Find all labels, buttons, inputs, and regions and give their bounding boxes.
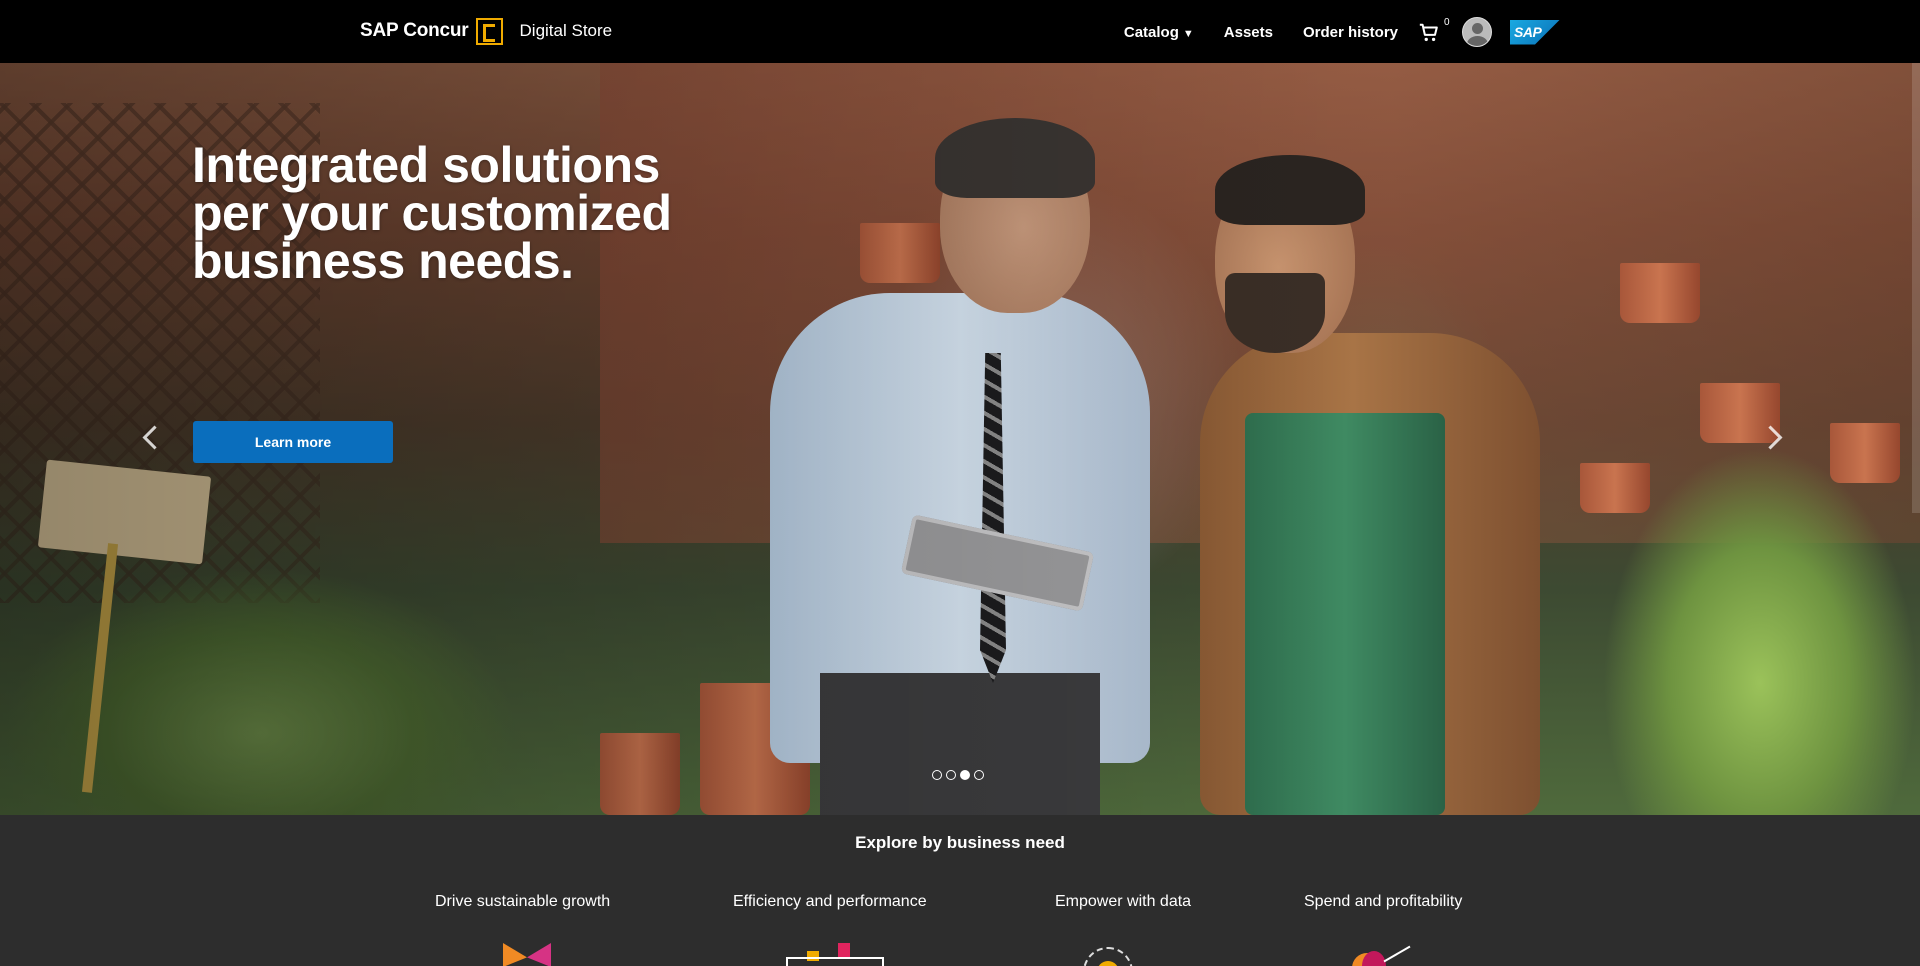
cart-button[interactable]: 0 bbox=[1418, 17, 1450, 45]
store-label: Digital Store bbox=[519, 21, 613, 40]
need-drive-sustainable-growth[interactable]: Drive sustainable growth bbox=[435, 893, 610, 911]
learn-more-button[interactable]: Learn more bbox=[193, 421, 393, 463]
main-nav: Catalog ▼ Assets Order history 0 SAP bbox=[1124, 17, 1560, 47]
brand-name: SAP Concur bbox=[360, 20, 469, 41]
concur-logo-icon bbox=[475, 17, 503, 45]
assets-link[interactable]: Assets bbox=[1224, 24, 1273, 41]
carousel-dot[interactable] bbox=[974, 770, 984, 780]
brand-home-link[interactable]: SAP Concur Digital Store bbox=[360, 17, 612, 45]
cart-icon bbox=[1419, 23, 1438, 42]
carousel-prev-arrow-icon[interactable] bbox=[140, 423, 164, 453]
hero-carousel: Integrated solutions per your customized… bbox=[0, 63, 1920, 815]
scrollbar[interactable] bbox=[1912, 63, 1920, 513]
cart-count-badge: 0 bbox=[1444, 17, 1450, 28]
spend-icon-line bbox=[1383, 945, 1411, 963]
explore-section: Explore by business need Drive sustainab… bbox=[0, 815, 1920, 966]
need-spend-and-profitability[interactable]: Spend and profitability bbox=[1304, 893, 1462, 911]
carousel-dot[interactable] bbox=[946, 770, 956, 780]
need-empower-with-data[interactable]: Empower with data bbox=[1055, 893, 1191, 911]
data-icon[interactable] bbox=[1075, 943, 1145, 966]
spend-icon[interactable] bbox=[1352, 943, 1422, 966]
spend-icon-circle-magenta bbox=[1362, 951, 1386, 966]
order-history-link[interactable]: Order history bbox=[1303, 24, 1398, 41]
need-efficiency-and-performance[interactable]: Efficiency and performance bbox=[733, 893, 927, 911]
carousel-next-arrow-icon[interactable] bbox=[1762, 423, 1786, 453]
carousel-dot-active[interactable] bbox=[960, 770, 970, 780]
hero-title: Integrated solutions per your customized… bbox=[192, 137, 672, 289]
catalog-label: Catalog bbox=[1123, 23, 1179, 41]
carousel-indicators bbox=[932, 770, 984, 780]
explore-title: Explore by business need bbox=[855, 833, 1065, 852]
board-icon-frame bbox=[786, 957, 884, 966]
user-avatar[interactable] bbox=[1462, 17, 1492, 47]
board-icon[interactable] bbox=[786, 943, 884, 966]
sap-logo-text: SAP bbox=[1514, 24, 1542, 40]
butterfly-icon[interactable] bbox=[500, 943, 554, 966]
top-navigation-bar: SAP Concur Digital Store Catalog ▼ Assets… bbox=[0, 0, 1920, 63]
catalog-menu[interactable]: Catalog ▼ bbox=[1124, 24, 1194, 41]
chevron-down-icon: ▼ bbox=[1182, 27, 1194, 40]
carousel-dot[interactable] bbox=[932, 770, 942, 780]
sap-logo-icon[interactable]: SAP bbox=[1510, 19, 1560, 45]
